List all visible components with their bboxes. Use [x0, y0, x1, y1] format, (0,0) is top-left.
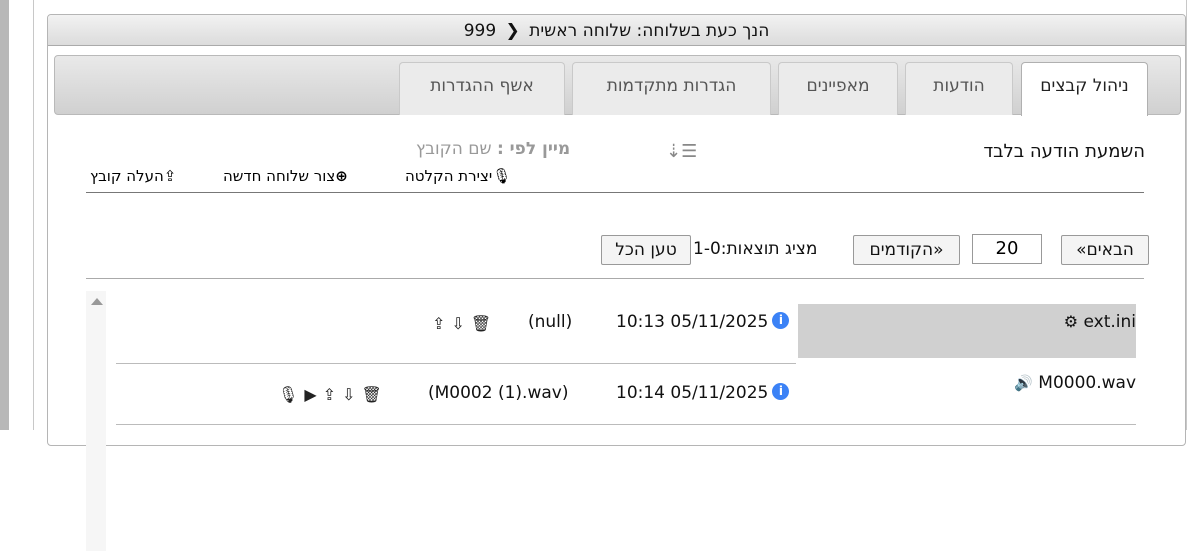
microphone-icon: 🎙 [492, 167, 512, 185]
plus-circle-icon: ⊕ [335, 167, 348, 185]
listen-only-label: השמעת הודעה בלבד [983, 141, 1145, 162]
prev-page-button[interactable]: הקודמים» [853, 235, 960, 265]
sort-label: מיין לפי : [496, 139, 571, 159]
speaker-icon: 🔊 [1014, 374, 1033, 392]
play-icon[interactable]: ▶ [304, 385, 322, 404]
info-icon[interactable]: i [772, 383, 790, 400]
create-recording-button[interactable]: 🎙יצירת הקלטה [405, 167, 511, 185]
header-prefix: הנך כעת בשלוחה: [636, 21, 770, 41]
file-name-cell[interactable]: M0000.wav 🔊 [1014, 365, 1136, 419]
tab-settings-wizard[interactable]: אשף ההגדרות [399, 62, 565, 115]
info-icon[interactable]: i [772, 312, 790, 329]
sort-value: שם הקובץ [416, 139, 492, 159]
left-gutter [0, 0, 9, 430]
upload-file-label: העלה קובץ [90, 167, 164, 185]
download-icon[interactable]: ⇩ [342, 385, 361, 404]
gears-icon: ⚙ [1063, 312, 1079, 331]
sort-icon[interactable]: ⇣☰ [666, 141, 697, 162]
results-summary: מציג תוצאות:1-0 [693, 239, 818, 259]
create-extension-label: צור שלוחה חדשה [223, 167, 336, 185]
download-icon[interactable]: ⇩ [451, 314, 470, 333]
file-date: 10:14 05/11/2025 i [616, 383, 790, 403]
tab-file-management[interactable]: ניהול קבצים [1021, 62, 1148, 116]
scroll-up-arrow[interactable] [91, 298, 103, 305]
upload-icon[interactable]: ⇪ [323, 385, 342, 404]
file-manager-panel: הנך כעת בשלוחה: שלוחה ראשית ❮ 999 ניהול … [47, 14, 1186, 551]
row-separator [116, 424, 1136, 425]
file-reference: (M0002 (1).wav) [428, 383, 569, 403]
tab-advanced-settings[interactable]: הגדרות מתקדמות [572, 62, 771, 115]
list-divider [86, 278, 1144, 279]
microphone-icon[interactable]: 🎙 [278, 385, 304, 404]
row-separator [116, 363, 796, 364]
upload-file-button[interactable]: ⇪העלה קובץ [90, 167, 176, 185]
file-actions: ⇪⇩🗑 [432, 314, 497, 333]
header-ext-number[interactable]: 999 [464, 21, 496, 41]
per-page-input[interactable]: 20 [972, 234, 1042, 264]
trash-icon[interactable]: 🗑 [361, 385, 387, 404]
toolbar-divider [86, 192, 1144, 193]
sort-control[interactable]: מיין לפי : שם הקובץ [416, 139, 570, 159]
header-main-extension[interactable]: שלוחה ראשית [529, 21, 631, 41]
upload-icon[interactable]: ⇪ [432, 314, 451, 333]
tab-bar: ניהול קבצים הודעות מאפיינים הגדרות מתקדמ… [54, 55, 1181, 116]
current-extension-header: הנך כעת בשלוחה: שלוחה ראשית ❮ 999 [48, 15, 1185, 46]
scrollbar[interactable] [86, 291, 106, 551]
file-name: ext.ini [1083, 312, 1136, 332]
file-name-cell[interactable]: ext.ini ⚙ [798, 304, 1136, 358]
left-divider [33, 0, 34, 430]
file-name: M0000.wav [1038, 373, 1136, 393]
next-page-button[interactable]: «הבאים [1061, 235, 1149, 265]
create-recording-label: יצירת הקלטה [405, 167, 493, 185]
tab-properties[interactable]: מאפיינים [778, 62, 898, 115]
create-extension-button[interactable]: ⊕צור שלוחה חדשה [223, 167, 348, 185]
file-date: 10:13 05/11/2025 i [616, 312, 790, 332]
chevron-left-icon: ❮ [505, 21, 520, 41]
file-row: M0000.wav 🔊 10:14 05/11/2025 i (M0002 (1)… [116, 365, 1136, 425]
file-row: ext.ini ⚙ 10:13 05/11/2025 i (null) ⇪⇩🗑 [116, 304, 1136, 364]
file-reference: (null) [528, 312, 573, 332]
trash-icon[interactable]: 🗑 [471, 314, 497, 333]
upload-icon: ⇪ [163, 167, 177, 185]
tab-messages[interactable]: הודעות [905, 62, 1013, 115]
file-actions: 🎙▶⇪⇩🗑 [278, 385, 388, 404]
load-all-button[interactable]: טען הכל [601, 235, 691, 265]
